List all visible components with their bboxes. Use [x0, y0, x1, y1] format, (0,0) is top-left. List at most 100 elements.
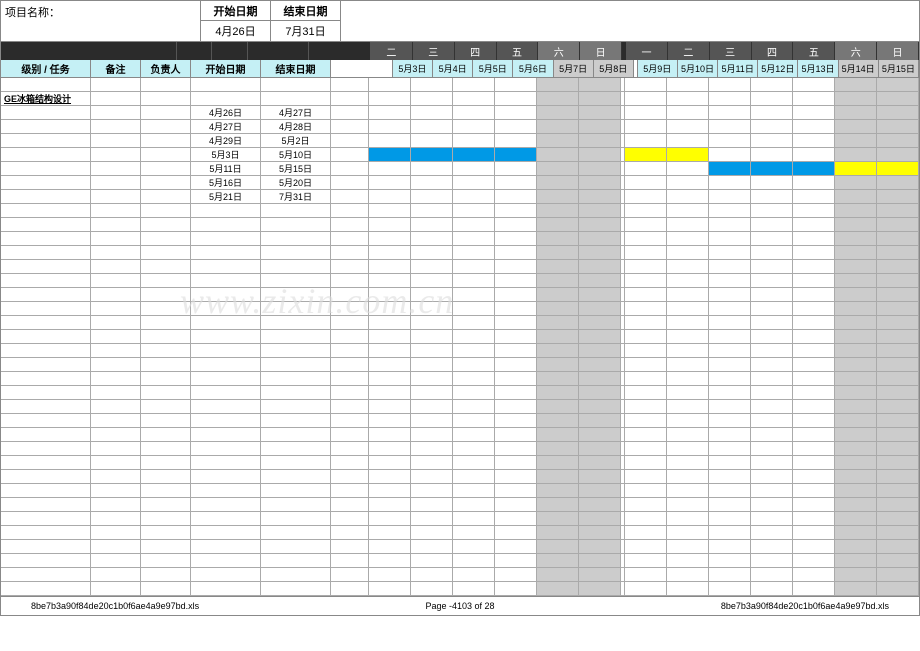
gantt-cell: [835, 204, 877, 217]
gantt-cell: [579, 428, 621, 441]
gantt-cell: [369, 260, 411, 273]
gantt-cell: [709, 512, 751, 525]
gantt-cell: [579, 386, 621, 399]
gantt-cell: [369, 162, 411, 175]
gantt-cell: [369, 204, 411, 217]
gantt-cell: [495, 358, 537, 371]
gantt-cell: [667, 316, 709, 329]
gantt-cell: [877, 260, 919, 273]
gantt-cell: [579, 400, 621, 413]
gantt-cell: [495, 344, 537, 357]
gantt-cell: [625, 470, 667, 483]
gantt-cell: [411, 148, 453, 161]
gantt-cell: [793, 246, 835, 259]
gantt-cell: [579, 540, 621, 553]
weekday-cell: 五: [793, 42, 835, 60]
gantt-cell: [369, 218, 411, 231]
gantt-cell: [667, 484, 709, 497]
gantt-cell: [877, 218, 919, 231]
gantt-cell: [793, 106, 835, 119]
gantt-cell: [835, 232, 877, 245]
gantt-cell: [667, 386, 709, 399]
gantt-cell: [709, 274, 751, 287]
start-date-header: 开始日期: [201, 1, 271, 21]
gantt-cell: [751, 568, 793, 581]
gantt-cell: [411, 428, 453, 441]
gantt-cell: [835, 442, 877, 455]
gantt-cell: [709, 106, 751, 119]
date-header-cell: 5月7日: [554, 60, 594, 77]
gantt-cell: [667, 540, 709, 553]
gantt-cell: [411, 78, 453, 91]
gantt-cell: [537, 218, 579, 231]
col-start: 开始日期: [191, 60, 261, 77]
gantt-cell: [625, 120, 667, 133]
gantt-cell: [835, 92, 877, 105]
gantt-cell: [369, 288, 411, 301]
gantt-cell: [877, 232, 919, 245]
gantt-cell: [369, 302, 411, 315]
gantt-cell: [453, 442, 495, 455]
gantt-cell: [579, 302, 621, 315]
gantt-cell: [579, 260, 621, 273]
table-row: [1, 274, 919, 288]
gantt-cell: [369, 470, 411, 483]
gantt-cell: [877, 316, 919, 329]
gantt-cell: [537, 456, 579, 469]
gantt-cell: [625, 484, 667, 497]
gantt-cell: [709, 316, 751, 329]
gantt-cell: [877, 512, 919, 525]
gantt-cell: [835, 372, 877, 385]
table-row: [1, 386, 919, 400]
gantt-cell: [369, 106, 411, 119]
gantt-cell: [835, 582, 877, 595]
gantt-cell: [709, 568, 751, 581]
gantt-cell: [751, 218, 793, 231]
gantt-cell: [495, 372, 537, 385]
gantt-cell: [369, 246, 411, 259]
gantt-cell: [793, 204, 835, 217]
gantt-cell: [411, 498, 453, 511]
gantt-cell: [751, 526, 793, 539]
gantt-cell: [495, 498, 537, 511]
gantt-cell: [495, 554, 537, 567]
gantt-cell: [625, 512, 667, 525]
gantt-cell: [453, 274, 495, 287]
gantt-cell: [667, 190, 709, 203]
gantt-cell: [453, 498, 495, 511]
table-row: [1, 232, 919, 246]
gantt-cell: [625, 568, 667, 581]
gantt-cell: [579, 330, 621, 343]
gantt-cell: [537, 106, 579, 119]
gantt-cell: [537, 260, 579, 273]
start-date-value: 4月26日: [201, 21, 271, 41]
gantt-cell: [369, 134, 411, 147]
gantt-cell: [495, 218, 537, 231]
gantt-cell: [495, 386, 537, 399]
table-row: 4月26日4月27日: [1, 106, 919, 120]
gantt-cell: [411, 92, 453, 105]
gantt-cell: [877, 554, 919, 567]
gantt-cell: [793, 358, 835, 371]
gantt-cell: [495, 148, 537, 161]
gantt-cell: [709, 582, 751, 595]
gantt-cell: [579, 358, 621, 371]
gantt-cell: [579, 190, 621, 203]
gantt-cell: [495, 414, 537, 427]
gantt-cell: [751, 344, 793, 357]
gantt-cell: [709, 92, 751, 105]
gantt-cell: [751, 148, 793, 161]
table-row: 5月16日5月20日: [1, 176, 919, 190]
gantt-cell: [579, 162, 621, 175]
gantt-cell: [453, 582, 495, 595]
gantt-cell: [453, 302, 495, 315]
gantt-cell: [579, 372, 621, 385]
table-row: [1, 218, 919, 232]
gantt-cell: [411, 442, 453, 455]
gantt-cell: [877, 540, 919, 553]
gantt-cell: [579, 176, 621, 189]
gantt-cell: [751, 260, 793, 273]
gantt-cell: [625, 218, 667, 231]
table-row: [1, 484, 919, 498]
gantt-cell: [835, 316, 877, 329]
